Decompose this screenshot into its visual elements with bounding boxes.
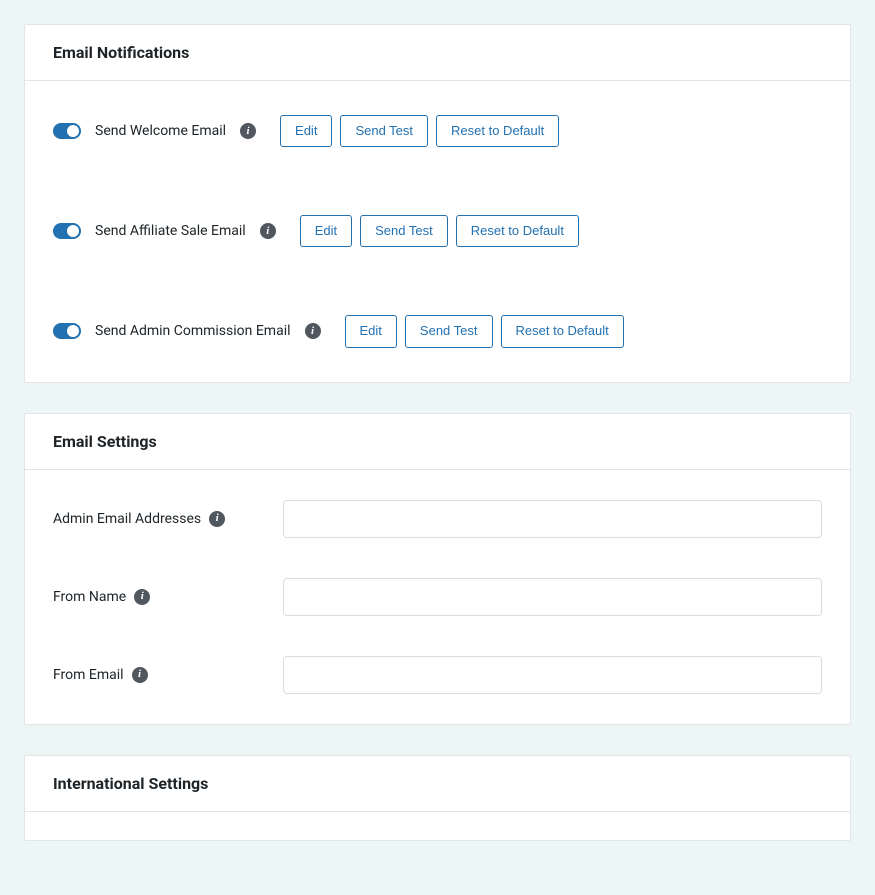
form-input-col xyxy=(283,656,822,694)
toggle-welcome-email[interactable] xyxy=(53,123,81,139)
notification-row: Send Affiliate Sale Email i Edit Send Te… xyxy=(53,181,822,281)
form-label-col: From Name i xyxy=(53,589,283,605)
panel-title: Email Notifications xyxy=(53,43,822,62)
form-label-col: Admin Email Addresses i xyxy=(53,511,283,527)
button-group: Edit Send Test Reset to Default xyxy=(280,115,559,147)
panel-body: Admin Email Addresses i From Name i From… xyxy=(25,470,850,724)
field-label: Admin Email Addresses xyxy=(53,511,201,527)
info-icon[interactable]: i xyxy=(305,323,321,339)
email-notifications-panel: Email Notifications Send Welcome Email i… xyxy=(24,24,851,383)
field-label: From Email xyxy=(53,667,124,683)
panel-body: Send Welcome Email i Edit Send Test Rese… xyxy=(25,81,850,382)
form-input-col xyxy=(283,500,822,538)
form-input-col xyxy=(283,578,822,616)
reset-default-button[interactable]: Reset to Default xyxy=(501,315,624,347)
notification-row: Send Welcome Email i Edit Send Test Rese… xyxy=(53,81,822,181)
edit-button[interactable]: Edit xyxy=(345,315,397,347)
notification-label: Send Admin Commission Email xyxy=(95,323,291,339)
info-icon[interactable]: i xyxy=(240,123,256,139)
form-label-col: From Email i xyxy=(53,667,283,683)
button-group: Edit Send Test Reset to Default xyxy=(300,215,579,247)
send-test-button[interactable]: Send Test xyxy=(340,115,428,147)
panel-title: International Settings xyxy=(53,774,822,793)
reset-default-button[interactable]: Reset to Default xyxy=(456,215,579,247)
panel-header: International Settings xyxy=(25,756,850,812)
toggle-affiliate-sale-email[interactable] xyxy=(53,223,81,239)
form-row: Admin Email Addresses i xyxy=(53,470,822,558)
notification-label: Send Welcome Email xyxy=(95,123,226,139)
form-row: From Name i xyxy=(53,558,822,636)
panel-title: Email Settings xyxy=(53,432,822,451)
edit-button[interactable]: Edit xyxy=(300,215,352,247)
admin-email-addresses-input[interactable] xyxy=(283,500,822,538)
info-icon[interactable]: i xyxy=(134,589,150,605)
button-group: Edit Send Test Reset to Default xyxy=(345,315,624,347)
notification-label: Send Affiliate Sale Email xyxy=(95,223,246,239)
info-icon[interactable]: i xyxy=(132,667,148,683)
field-label: From Name xyxy=(53,589,126,605)
panel-header: Email Notifications xyxy=(25,25,850,81)
from-email-input[interactable] xyxy=(283,656,822,694)
form-row: From Email i xyxy=(53,636,822,724)
panel-header: Email Settings xyxy=(25,414,850,470)
send-test-button[interactable]: Send Test xyxy=(405,315,493,347)
notification-row: Send Admin Commission Email i Edit Send … xyxy=(53,281,822,381)
info-icon[interactable]: i xyxy=(209,511,225,527)
send-test-button[interactable]: Send Test xyxy=(360,215,448,247)
toggle-admin-commission-email[interactable] xyxy=(53,323,81,339)
from-name-input[interactable] xyxy=(283,578,822,616)
email-settings-panel: Email Settings Admin Email Addresses i F… xyxy=(24,413,851,725)
reset-default-button[interactable]: Reset to Default xyxy=(436,115,559,147)
international-settings-panel: International Settings xyxy=(24,755,851,841)
info-icon[interactable]: i xyxy=(260,223,276,239)
panel-body xyxy=(25,812,850,840)
edit-button[interactable]: Edit xyxy=(280,115,332,147)
